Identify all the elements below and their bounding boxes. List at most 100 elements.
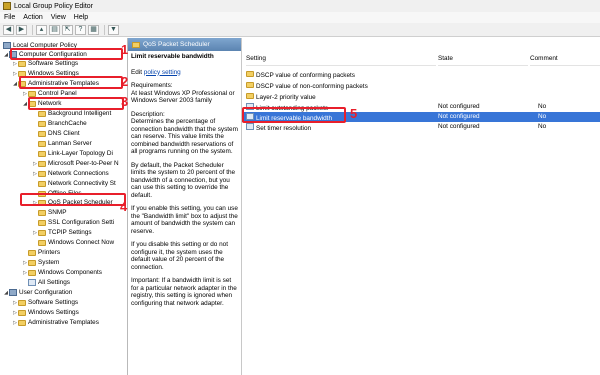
- tree-item-user-windows-settings[interactable]: ▷ Windows Settings: [12, 308, 79, 317]
- tree-item-ssl-configuration[interactable]: SSL Configuration Setti: [32, 218, 114, 227]
- menu-help[interactable]: Help: [70, 14, 92, 21]
- menu-file[interactable]: File: [0, 14, 19, 21]
- toolbar-separator: [104, 24, 105, 35]
- requirements-label: Requirements:: [131, 82, 173, 89]
- tree-item-label: SSL Configuration Setti: [48, 219, 115, 226]
- folder-icon: [38, 140, 46, 147]
- tree-item-all-settings[interactable]: All Settings: [22, 278, 70, 287]
- setting-name: Set timer resolution: [246, 123, 311, 132]
- tree-item-snmp[interactable]: SNMP: [32, 208, 66, 217]
- step-number-1: 1: [121, 42, 129, 57]
- folder-icon: [38, 229, 46, 236]
- tree-item-software-settings[interactable]: ▷ Software Settings: [12, 59, 78, 68]
- tree-item-user-configuration[interactable]: ◢ User Configuration: [3, 288, 72, 297]
- filter-icon[interactable]: ▼: [108, 24, 119, 35]
- description-paragraph: Determines the percentage of connection …: [131, 118, 238, 155]
- folder-icon: [38, 160, 46, 167]
- folder-icon: [38, 150, 46, 157]
- tree-item-label: DNS Client: [48, 130, 80, 137]
- menu-bar: File Action View Help: [0, 12, 600, 23]
- table-row[interactable]: DSCP value of non-conforming packets: [242, 81, 600, 91]
- tree-item-label: Network Connectivity St: [48, 180, 116, 187]
- folder-icon: [18, 299, 26, 306]
- table-row[interactable]: DSCP value of conforming packets: [242, 70, 600, 80]
- tree-item-network-connectivity-status[interactable]: Network Connectivity St: [32, 179, 116, 188]
- toolbar: ◀ ▶ ▴ ▤ ⇱ ? ▦ ▼: [0, 23, 600, 37]
- setting-name: DSCP value of conforming packets: [246, 71, 355, 79]
- highlight-box-qos-packet-scheduler: [20, 193, 126, 206]
- highlight-box-limit-reservable-bandwidth: [242, 107, 346, 123]
- folder-icon: [38, 170, 46, 177]
- step-number-3: 3: [121, 94, 129, 109]
- requirements-text: At least Windows XP Professional or Wind…: [131, 89, 235, 105]
- edit-policy-setting-link[interactable]: policy setting: [144, 69, 181, 76]
- menu-view[interactable]: View: [47, 14, 70, 21]
- export-icon[interactable]: ⇱: [62, 24, 73, 35]
- table-row[interactable]: Set timer resolution Not configured No: [242, 122, 600, 132]
- back-icon[interactable]: ◀: [3, 24, 14, 35]
- tree-item-user-administrative-templates[interactable]: ▷ Administrative Templates: [12, 318, 99, 327]
- tree-item-label: BranchCache: [48, 120, 87, 127]
- forward-icon[interactable]: ▶: [16, 24, 27, 35]
- properties-icon[interactable]: ▦: [88, 24, 99, 35]
- settings-list: Setting State Comment DSCP value of conf…: [241, 38, 600, 375]
- tree-item-label: Software Settings: [28, 299, 79, 306]
- folder-icon: [18, 319, 26, 326]
- description-paragraph: By default, the Packet Scheduler limits …: [131, 161, 236, 199]
- help-icon[interactable]: ?: [75, 24, 86, 35]
- highlight-box-computer-configuration: [10, 48, 123, 60]
- setting-state: Not configured: [438, 103, 480, 110]
- description-pane: QoS Packet Scheduler Limit reservable ba…: [128, 38, 241, 375]
- folder-icon: [18, 60, 26, 67]
- tree-item-background-intelligent[interactable]: Background Intelligent: [32, 109, 111, 118]
- tree-item-microsoft-peer-to-peer[interactable]: ▷ Microsoft Peer-to-Peer N: [32, 159, 119, 168]
- tree-item-windows-connect-now[interactable]: Windows Connect Now: [32, 238, 114, 247]
- pane-header-title: QoS Packet Scheduler: [143, 41, 210, 48]
- setting-comment: No: [538, 113, 547, 120]
- tree-item-label: Software Settings: [28, 60, 79, 67]
- user-icon: [9, 289, 17, 296]
- column-header-state[interactable]: State: [438, 55, 528, 66]
- tree-item-printers[interactable]: Printers: [22, 248, 60, 257]
- settings-icon: [28, 279, 36, 286]
- tree-item-link-layer-topology[interactable]: Link-Layer Topology Di: [32, 149, 113, 158]
- tree-item-label: Background Intelligent: [48, 110, 112, 117]
- window-title: Local Group Policy Editor: [14, 2, 93, 10]
- app-icon: [3, 2, 11, 10]
- setting-comment: No: [538, 103, 547, 110]
- step-number-2: 2: [121, 74, 129, 89]
- edit-line: Edit policy setting: [131, 69, 238, 77]
- setting-name: DSCP value of non-conforming packets: [246, 82, 368, 90]
- tree-item-user-software-settings[interactable]: ▷ Software Settings: [12, 298, 78, 307]
- menu-action[interactable]: Action: [19, 14, 46, 21]
- description-paragraph: Important: If a bandwidth limit is set f…: [131, 277, 237, 307]
- tree-item-label: Microsoft Peer-to-Peer N: [48, 160, 119, 167]
- folder-icon: [38, 180, 46, 187]
- folder-icon: [246, 71, 254, 77]
- folder-icon: [28, 269, 36, 276]
- show-hide-tree-icon[interactable]: ▤: [49, 24, 60, 35]
- tree-item-label: Link-Layer Topology Di: [48, 150, 113, 157]
- table-row[interactable]: Layer-2 priority value: [242, 92, 600, 102]
- tree-item-lanman-server[interactable]: Lanman Server: [32, 139, 92, 148]
- tree-item-tcpip-settings[interactable]: ▷ TCPIP Settings: [32, 228, 92, 237]
- tree-item-network-connections[interactable]: ▷ Network Connections: [32, 169, 109, 178]
- up-icon[interactable]: ▴: [36, 24, 47, 35]
- tree-item-windows-components[interactable]: ▷ Windows Components: [22, 268, 102, 277]
- tree-item-label: System: [38, 259, 60, 266]
- tree-item-branchcache[interactable]: BranchCache: [32, 119, 87, 128]
- tree-item-dns-client[interactable]: DNS Client: [32, 129, 80, 138]
- tree-item-label: Lanman Server: [48, 140, 92, 147]
- step-number-5: 5: [350, 106, 358, 121]
- edit-prefix: Edit: [131, 68, 144, 76]
- tree-item-system[interactable]: ▷ System: [22, 258, 59, 267]
- setting-name: Layer-2 priority value: [246, 93, 316, 101]
- folder-icon: [28, 259, 36, 266]
- setting-comment: No: [538, 123, 547, 130]
- folder-icon: [38, 130, 46, 137]
- description-body: Limit reservable bandwidth Edit policy s…: [128, 51, 241, 315]
- folder-icon: [246, 93, 254, 99]
- column-header-setting[interactable]: Setting: [246, 55, 436, 66]
- setting-state: Not configured: [438, 113, 480, 120]
- column-header-comment[interactable]: Comment: [530, 55, 600, 66]
